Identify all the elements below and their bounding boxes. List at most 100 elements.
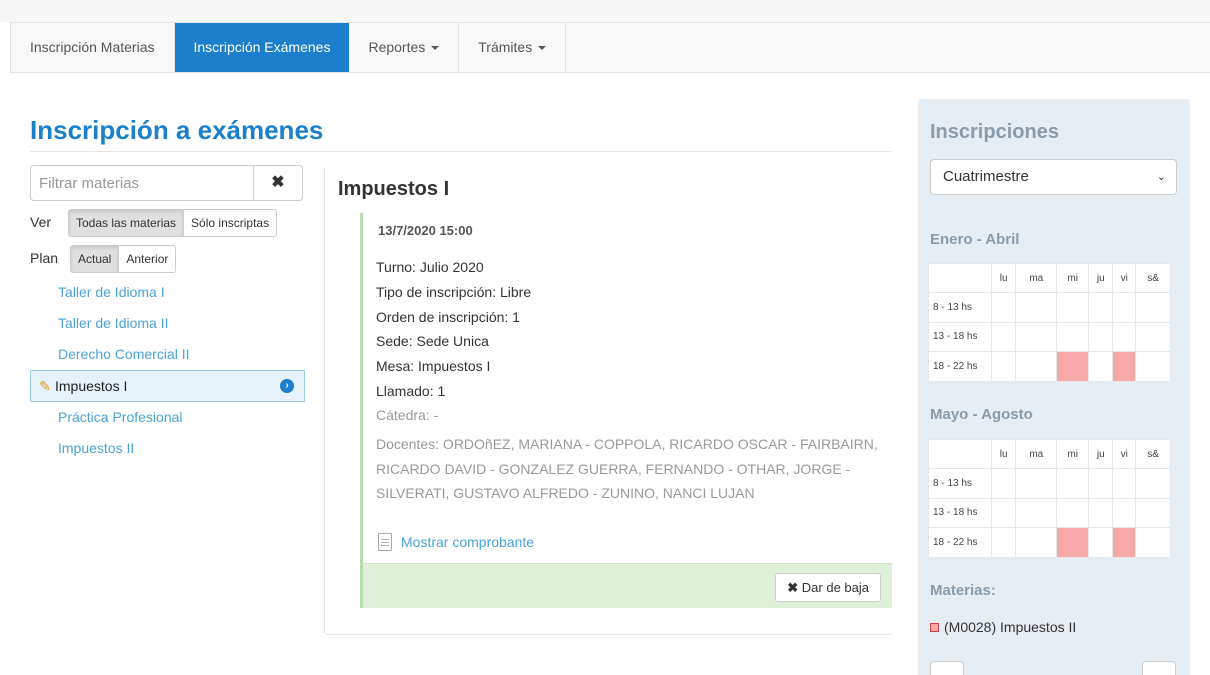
slot-cell bbox=[1088, 527, 1114, 558]
subject-item[interactable]: Impuestos II bbox=[30, 433, 305, 464]
slot-cell bbox=[990, 292, 1017, 323]
plan-toggle: Actual Anterior bbox=[70, 245, 177, 273]
period-title: Enero - Abril bbox=[930, 231, 1020, 248]
orden-text: Orden de inscripción: 1 bbox=[376, 309, 520, 325]
slot-cell bbox=[1112, 321, 1137, 352]
mesa-text: Mesa: Impuestos I bbox=[376, 358, 491, 374]
materias-title: Materias: bbox=[930, 582, 996, 599]
schedule-grid: lu ma mi ju vi s& 8 - 13 hs 13 - 18 hs 18 - 22 h… bbox=[928, 263, 1171, 382]
subject-item[interactable]: Práctica Profesional bbox=[30, 402, 305, 433]
nav-inscripcion-examenes[interactable]: Inscripción Exámenes bbox=[174, 23, 350, 72]
slot-cell bbox=[990, 527, 1017, 558]
slot-cell bbox=[1135, 497, 1171, 528]
sidebar-title: Inscripciones bbox=[930, 121, 1059, 143]
slot-cell bbox=[1088, 351, 1114, 382]
exam-date: 13/7/2020 15:00 bbox=[378, 223, 473, 238]
day-header: vi bbox=[1112, 439, 1137, 469]
grid-row: 8 - 13 hs bbox=[928, 292, 1171, 323]
grid-row: 18 - 22 hs bbox=[928, 527, 1171, 558]
dar-de-baja-label: Dar de baja bbox=[801, 580, 869, 595]
day-header: ju bbox=[1088, 439, 1114, 469]
dar-de-baja-button[interactable]: ✖ Dar de baja bbox=[775, 573, 881, 602]
slot-cell bbox=[990, 321, 1017, 352]
slot-cell bbox=[1088, 292, 1114, 323]
caret-down-icon bbox=[538, 46, 547, 51]
day-header: mi bbox=[1056, 263, 1090, 293]
slot-cell bbox=[1056, 292, 1090, 323]
period-title: Mayo - Agosto bbox=[930, 406, 1033, 423]
slot-cell bbox=[1056, 468, 1090, 499]
ver-todas-button[interactable]: Todas las materias bbox=[68, 209, 185, 237]
slot-cell bbox=[1015, 321, 1058, 352]
docentes-text: Docentes: ORDOñEZ, MARIANA - COPPOLA, RI… bbox=[376, 436, 878, 501]
subject-label: Impuestos I bbox=[55, 378, 128, 394]
slot-cell bbox=[1015, 497, 1058, 528]
page-title: Inscripción a exámenes bbox=[30, 115, 324, 145]
subject-item-active[interactable]: ✎ Impuestos I › bbox=[30, 370, 305, 402]
nav-tramites[interactable]: Trámites bbox=[459, 23, 567, 72]
main-navbar: Inscripción Materias Inscripción Exámene… bbox=[10, 22, 1210, 73]
catedra-text: Cátedra: - bbox=[376, 407, 439, 423]
comprobante-label: Mostrar comprobante bbox=[401, 534, 535, 550]
slot-cell bbox=[1056, 321, 1090, 352]
busy-slot-cell bbox=[1056, 527, 1090, 558]
slot-cell bbox=[1112, 497, 1137, 528]
day-header: lu bbox=[990, 439, 1017, 469]
turno-text: Turno: Julio 2020 bbox=[376, 259, 484, 275]
slot-cell bbox=[1015, 351, 1058, 382]
slot-cell bbox=[1015, 468, 1058, 499]
plan-anterior-button[interactable]: Anterior bbox=[119, 245, 177, 273]
next-button[interactable] bbox=[1142, 661, 1176, 675]
period-select[interactable]: Cuatrimestre ⌄ bbox=[930, 159, 1177, 195]
subject-item[interactable]: Taller de Idioma II bbox=[30, 308, 305, 339]
legend-square-icon bbox=[930, 622, 939, 632]
slot-cell bbox=[990, 468, 1017, 499]
day-header: lu bbox=[990, 263, 1017, 293]
tipo-text: Tipo de inscripción: Libre bbox=[376, 284, 532, 300]
day-header: s& bbox=[1135, 439, 1171, 469]
busy-slot-cell bbox=[1112, 351, 1137, 382]
clear-filter-button[interactable]: ✖ bbox=[254, 165, 303, 201]
filter-input[interactable] bbox=[30, 165, 254, 201]
detail-title: Impuestos I bbox=[338, 178, 450, 200]
day-header: mi bbox=[1056, 439, 1090, 469]
chevron-right-icon: › bbox=[280, 379, 294, 393]
slot-cell bbox=[1135, 527, 1171, 558]
time-slot-label: 8 - 13 hs bbox=[928, 292, 992, 323]
day-header: ma bbox=[1015, 439, 1058, 469]
slot-cell bbox=[1135, 292, 1171, 323]
nav-reportes[interactable]: Reportes bbox=[349, 23, 460, 72]
close-icon: ✖ bbox=[271, 174, 285, 191]
day-header: ma bbox=[1015, 263, 1058, 293]
period-select-value: Cuatrimestre bbox=[943, 168, 1029, 185]
ver-toggle: Todas las materias Sólo inscriptas bbox=[68, 209, 278, 237]
day-header: vi bbox=[1112, 263, 1137, 293]
busy-slot-cell bbox=[1112, 527, 1137, 558]
grid-corner bbox=[928, 263, 992, 293]
mostrar-comprobante-link[interactable]: Mostrar comprobante bbox=[378, 533, 534, 551]
plan-actual-button[interactable]: Actual bbox=[70, 245, 120, 273]
prev-button[interactable] bbox=[930, 661, 964, 675]
subject-item[interactable]: Derecho Comercial II bbox=[30, 339, 305, 370]
day-header: ju bbox=[1088, 263, 1114, 293]
slot-cell bbox=[990, 497, 1017, 528]
close-icon: ✖ bbox=[787, 580, 799, 595]
nav-inscripcion-materias[interactable]: Inscripción Materias bbox=[11, 23, 175, 72]
slot-cell bbox=[1135, 321, 1171, 352]
nav-reportes-label: Reportes bbox=[368, 39, 426, 55]
subject-item[interactable]: Taller de Idioma I bbox=[30, 277, 305, 308]
chevron-down-icon: ⌄ bbox=[1156, 171, 1166, 183]
busy-slot-cell bbox=[1056, 351, 1090, 382]
top-strip bbox=[0, 0, 1210, 22]
time-slot-label: 13 - 18 hs bbox=[928, 321, 992, 352]
time-slot-label: 18 - 22 hs bbox=[928, 527, 992, 558]
day-header: s& bbox=[1135, 263, 1171, 293]
slot-cell bbox=[1135, 351, 1171, 382]
materia-item: (M0028) Impuestos II bbox=[930, 619, 1076, 635]
schedule-grid: lu ma mi ju vi s& 8 - 13 hs 13 - 18 hs 18 - 22 h… bbox=[928, 439, 1171, 558]
ver-inscriptas-button[interactable]: Sólo inscriptas bbox=[184, 209, 278, 237]
slot-cell bbox=[1088, 321, 1114, 352]
time-slot-label: 18 - 22 hs bbox=[928, 351, 992, 382]
slot-cell bbox=[1056, 497, 1090, 528]
subject-list: Taller de Idioma I Taller de Idioma II D… bbox=[30, 277, 305, 464]
